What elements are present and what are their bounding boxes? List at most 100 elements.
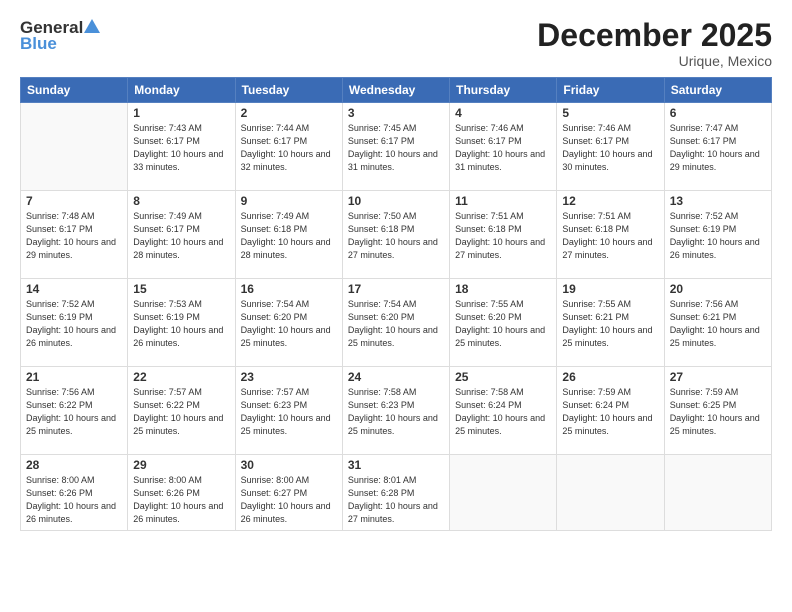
day-cell: 28 Sunrise: 8:00 AM Sunset: 6:26 PM Dayli…	[21, 455, 128, 531]
day-cell: 20Sunrise: 7:56 AM Sunset: 6:21 PM Dayli…	[664, 279, 771, 367]
col-sunday: Sunday	[21, 78, 128, 103]
day-number: 18	[455, 282, 551, 296]
day-cell: 10 Sunrise: 7:50 AM Sunset: 6:18 PM Dayli…	[342, 191, 449, 279]
day-cell: 8Sunrise: 7:49 AM Sunset: 6:17 PM Daylig…	[128, 191, 235, 279]
day-cell	[664, 455, 771, 531]
day-cell: 11Sunrise: 7:51 AM Sunset: 6:18 PM Dayli…	[450, 191, 557, 279]
day-info: Sunrise: 7:46 AM Sunset: 6:17 PM Dayligh…	[455, 122, 551, 174]
day-number: 29	[133, 458, 229, 472]
day-number: 6	[670, 106, 766, 120]
day-cell	[450, 455, 557, 531]
day-info: Sunrise: 7:54 AM Sunset: 6:20 PM Dayligh…	[348, 298, 444, 350]
day-cell: 25Sunrise: 7:58 AM Sunset: 6:24 PM Dayli…	[450, 367, 557, 455]
calendar: Sunday Monday Tuesday Wednesday Thursday…	[20, 77, 772, 531]
col-saturday: Saturday	[664, 78, 771, 103]
day-info: Sunrise: 7:58 AM Sunset: 6:23 PM Dayligh…	[348, 386, 444, 438]
day-info: Sunrise: 8:00 AM Sunset: 6:26 PM Dayligh…	[26, 474, 122, 526]
day-cell: 30Sunrise: 8:00 AM Sunset: 6:27 PM Dayli…	[235, 455, 342, 531]
day-info: Sunrise: 7:50 AM Sunset: 6:18 PM Dayligh…	[348, 210, 444, 262]
day-cell: 6Sunrise: 7:47 AM Sunset: 6:17 PM Daylig…	[664, 103, 771, 191]
day-info: Sunrise: 7:46 AM Sunset: 6:17 PM Dayligh…	[562, 122, 658, 174]
day-info: Sunrise: 7:56 AM Sunset: 6:22 PM Dayligh…	[26, 386, 122, 438]
day-cell: 3 Sunrise: 7:45 AM Sunset: 6:17 PM Daylig…	[342, 103, 449, 191]
day-info: Sunrise: 7:55 AM Sunset: 6:20 PM Dayligh…	[455, 298, 551, 350]
day-info: Sunrise: 7:59 AM Sunset: 6:24 PM Dayligh…	[562, 386, 658, 438]
day-info: Sunrise: 7:44 AM Sunset: 6:17 PM Dayligh…	[241, 122, 337, 174]
col-wednesday: Wednesday	[342, 78, 449, 103]
day-cell	[21, 103, 128, 191]
day-info: Sunrise: 7:55 AM Sunset: 6:21 PM Dayligh…	[562, 298, 658, 350]
day-cell: 13 Sunrise: 7:52 AM Sunset: 6:19 PM Dayli…	[664, 191, 771, 279]
day-number: 28	[26, 458, 122, 472]
day-info: Sunrise: 7:52 AM Sunset: 6:19 PM Dayligh…	[26, 298, 122, 350]
week-row-5: 28 Sunrise: 8:00 AM Sunset: 6:26 PM Dayli…	[21, 455, 772, 531]
day-cell: 22Sunrise: 7:57 AM Sunset: 6:22 PM Dayli…	[128, 367, 235, 455]
day-number: 1	[133, 106, 229, 120]
day-cell: 7Sunrise: 7:48 AM Sunset: 6:17 PM Daylig…	[21, 191, 128, 279]
day-cell: 4 Sunrise: 7:46 AM Sunset: 6:17 PM Daylig…	[450, 103, 557, 191]
day-cell: 16 Sunrise: 7:54 AM Sunset: 6:20 PM Dayli…	[235, 279, 342, 367]
col-monday: Monday	[128, 78, 235, 103]
logo-blue: Blue	[20, 34, 57, 54]
day-info: Sunrise: 7:52 AM Sunset: 6:19 PM Dayligh…	[670, 210, 766, 262]
col-tuesday: Tuesday	[235, 78, 342, 103]
day-number: 12	[562, 194, 658, 208]
day-info: Sunrise: 7:49 AM Sunset: 6:18 PM Dayligh…	[241, 210, 337, 262]
week-row-4: 21Sunrise: 7:56 AM Sunset: 6:22 PM Dayli…	[21, 367, 772, 455]
week-row-1: 1 Sunrise: 7:43 AM Sunset: 6:17 PM Daylig…	[21, 103, 772, 191]
day-cell: 1 Sunrise: 7:43 AM Sunset: 6:17 PM Daylig…	[128, 103, 235, 191]
location: Urique, Mexico	[537, 53, 772, 69]
day-number: 13	[670, 194, 766, 208]
day-number: 17	[348, 282, 444, 296]
day-cell: 23Sunrise: 7:57 AM Sunset: 6:23 PM Dayli…	[235, 367, 342, 455]
day-info: Sunrise: 7:43 AM Sunset: 6:17 PM Dayligh…	[133, 122, 229, 174]
day-cell: 19Sunrise: 7:55 AM Sunset: 6:21 PM Dayli…	[557, 279, 664, 367]
day-number: 10	[348, 194, 444, 208]
logo: General Blue	[20, 18, 100, 54]
day-info: Sunrise: 7:57 AM Sunset: 6:22 PM Dayligh…	[133, 386, 229, 438]
logo-bird-icon	[84, 19, 100, 33]
header-row: Sunday Monday Tuesday Wednesday Thursday…	[21, 78, 772, 103]
day-cell: 18 Sunrise: 7:55 AM Sunset: 6:20 PM Dayli…	[450, 279, 557, 367]
day-info: Sunrise: 7:58 AM Sunset: 6:24 PM Dayligh…	[455, 386, 551, 438]
day-number: 23	[241, 370, 337, 384]
page: General Blue December 2025 Urique, Mexic…	[0, 0, 792, 612]
day-cell: 12 Sunrise: 7:51 AM Sunset: 6:18 PM Dayli…	[557, 191, 664, 279]
month-title: December 2025	[537, 18, 772, 53]
day-cell: 26Sunrise: 7:59 AM Sunset: 6:24 PM Dayli…	[557, 367, 664, 455]
day-number: 3	[348, 106, 444, 120]
day-info: Sunrise: 7:45 AM Sunset: 6:17 PM Dayligh…	[348, 122, 444, 174]
day-cell: 24Sunrise: 7:58 AM Sunset: 6:23 PM Dayli…	[342, 367, 449, 455]
day-cell: 2 Sunrise: 7:44 AM Sunset: 6:17 PM Daylig…	[235, 103, 342, 191]
day-number: 27	[670, 370, 766, 384]
day-cell: 15 Sunrise: 7:53 AM Sunset: 6:19 PM Dayli…	[128, 279, 235, 367]
col-thursday: Thursday	[450, 78, 557, 103]
day-cell: 17 Sunrise: 7:54 AM Sunset: 6:20 PM Dayli…	[342, 279, 449, 367]
day-cell: 9 Sunrise: 7:49 AM Sunset: 6:18 PM Daylig…	[235, 191, 342, 279]
day-info: Sunrise: 7:53 AM Sunset: 6:19 PM Dayligh…	[133, 298, 229, 350]
day-number: 8	[133, 194, 229, 208]
day-cell: 5 Sunrise: 7:46 AM Sunset: 6:17 PM Daylig…	[557, 103, 664, 191]
col-friday: Friday	[557, 78, 664, 103]
day-number: 14	[26, 282, 122, 296]
day-number: 4	[455, 106, 551, 120]
week-row-2: 7Sunrise: 7:48 AM Sunset: 6:17 PM Daylig…	[21, 191, 772, 279]
day-cell: 31Sunrise: 8:01 AM Sunset: 6:28 PM Dayli…	[342, 455, 449, 531]
day-number: 15	[133, 282, 229, 296]
day-number: 2	[241, 106, 337, 120]
day-number: 31	[348, 458, 444, 472]
day-cell: 14 Sunrise: 7:52 AM Sunset: 6:19 PM Dayli…	[21, 279, 128, 367]
day-info: Sunrise: 8:00 AM Sunset: 6:26 PM Dayligh…	[133, 474, 229, 526]
day-cell: 27 Sunrise: 7:59 AM Sunset: 6:25 PM Dayli…	[664, 367, 771, 455]
day-info: Sunrise: 7:54 AM Sunset: 6:20 PM Dayligh…	[241, 298, 337, 350]
day-info: Sunrise: 7:51 AM Sunset: 6:18 PM Dayligh…	[562, 210, 658, 262]
title-section: December 2025 Urique, Mexico	[537, 18, 772, 69]
day-number: 30	[241, 458, 337, 472]
day-number: 16	[241, 282, 337, 296]
day-number: 9	[241, 194, 337, 208]
day-number: 5	[562, 106, 658, 120]
day-info: Sunrise: 7:51 AM Sunset: 6:18 PM Dayligh…	[455, 210, 551, 262]
day-info: Sunrise: 7:56 AM Sunset: 6:21 PM Dayligh…	[670, 298, 766, 350]
day-info: Sunrise: 7:59 AM Sunset: 6:25 PM Dayligh…	[670, 386, 766, 438]
day-number: 7	[26, 194, 122, 208]
